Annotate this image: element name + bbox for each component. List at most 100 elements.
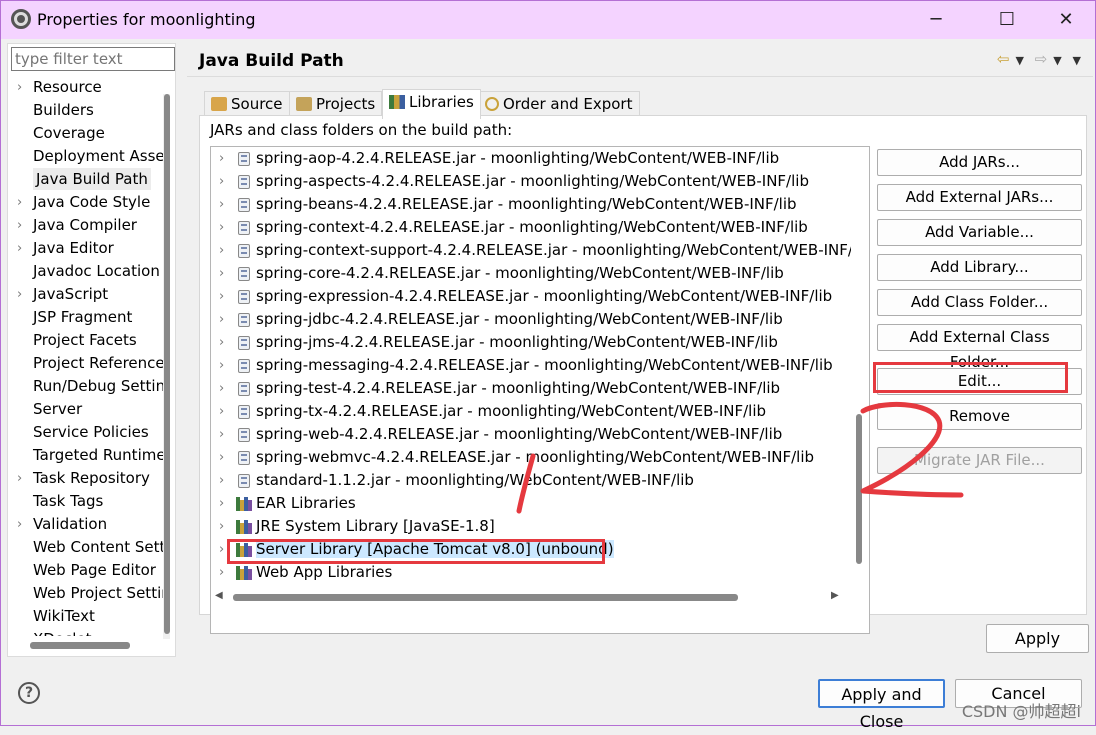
tab-source[interactable]: Source — [204, 91, 290, 117]
filter-input[interactable] — [11, 47, 175, 71]
expand-arrow-icon[interactable]: › — [219, 354, 224, 377]
minimize-button[interactable]: ─ — [913, 5, 959, 35]
sidebar-item[interactable]: › JavaScript — [8, 283, 163, 306]
expand-arrow-icon[interactable]: › — [219, 377, 224, 400]
sidebar-item[interactable]: Task Tags — [8, 490, 163, 513]
back-dropdown-icon[interactable]: ▼ — [1015, 54, 1023, 67]
jar-entry[interactable]: › spring-context-support-4.2.4.RELEASE.ja… — [211, 239, 851, 262]
category-horizontal-scrollbar[interactable] — [30, 642, 130, 649]
side-button-add-external-jars[interactable]: Add External JARs... — [877, 184, 1082, 211]
expand-arrow-icon[interactable]: › — [219, 239, 224, 262]
libraries-horizontal-scrollbar[interactable]: ◀ ▶ — [211, 590, 851, 604]
sidebar-item[interactable]: › Java Editor — [8, 237, 163, 260]
apply-and-close-button[interactable]: Apply and Close — [818, 679, 945, 731]
scroll-thumb[interactable] — [164, 94, 170, 634]
sidebar-item[interactable]: Deployment Assembly — [8, 145, 163, 168]
jar-entry[interactable]: › spring-jdbc-4.2.4.RELEASE.jar - moonlig… — [211, 308, 851, 331]
forward-dropdown-icon[interactable]: ▼ — [1053, 54, 1061, 67]
expand-arrow-icon[interactable]: › — [219, 308, 224, 331]
view-menu-icon[interactable]: ▼ — [1073, 54, 1081, 67]
jar-entry[interactable]: › spring-jms-4.2.4.RELEASE.jar - moonligh… — [211, 331, 851, 354]
side-button-add-variable[interactable]: Add Variable... — [877, 219, 1082, 246]
tab-libraries[interactable]: Libraries — [382, 89, 481, 119]
jar-entry[interactable]: › spring-beans-4.2.4.RELEASE.jar - moonli… — [211, 193, 851, 216]
sidebar-item[interactable]: Web Content Settings — [8, 536, 163, 559]
library-entry[interactable]: › EAR Libraries — [211, 492, 851, 515]
expand-arrow-icon[interactable]: › — [219, 262, 224, 285]
expand-arrow-icon[interactable]: › — [17, 283, 22, 306]
expand-arrow-icon[interactable]: › — [219, 561, 224, 584]
side-button-add-library[interactable]: Add Library... — [877, 254, 1082, 281]
maximize-button[interactable]: ☐ — [984, 5, 1030, 35]
sidebar-item[interactable]: Java Build Path — [8, 168, 163, 191]
sidebar-item[interactable]: Service Policies — [8, 421, 163, 444]
tab-projects[interactable]: Projects — [289, 91, 383, 117]
expand-arrow-icon[interactable]: › — [219, 446, 224, 469]
expand-arrow-icon[interactable]: › — [219, 515, 224, 538]
forward-arrow-icon[interactable]: ⇨ — [1035, 50, 1048, 68]
jar-entry[interactable]: › spring-test-4.2.4.RELEASE.jar - moonlig… — [211, 377, 851, 400]
jar-entry[interactable]: › spring-aop-4.2.4.RELEASE.jar - moonligh… — [211, 147, 851, 170]
side-button-remove[interactable]: Remove — [877, 403, 1082, 430]
sidebar-item[interactable]: Project Facets — [8, 329, 163, 352]
scroll-left-icon[interactable]: ◀ — [215, 590, 223, 601]
expand-arrow-icon[interactable]: › — [219, 147, 224, 170]
expand-arrow-icon[interactable]: › — [219, 170, 224, 193]
sidebar-item[interactable]: Run/Debug Settings — [8, 375, 163, 398]
sidebar-item[interactable]: Web Page Editor — [8, 559, 163, 582]
side-button-add-class-folder[interactable]: Add Class Folder... — [877, 289, 1082, 316]
expand-arrow-icon[interactable]: › — [219, 492, 224, 515]
help-icon[interactable]: ? — [18, 682, 40, 704]
jar-entry[interactable]: › spring-messaging-4.2.4.RELEASE.jar - mo… — [211, 354, 851, 377]
scroll-thumb[interactable] — [233, 594, 738, 601]
sidebar-item[interactable]: Project References — [8, 352, 163, 375]
library-entry[interactable]: › JRE System Library [JavaSE-1.8] — [211, 515, 851, 538]
sidebar-item[interactable]: › Validation — [8, 513, 163, 536]
expand-arrow-icon[interactable]: › — [219, 331, 224, 354]
expand-arrow-icon[interactable]: › — [17, 628, 22, 636]
sidebar-item[interactable]: › Java Compiler — [8, 214, 163, 237]
expand-arrow-icon[interactable]: › — [219, 400, 224, 423]
jar-entry[interactable]: › spring-aspects-4.2.4.RELEASE.jar - moon… — [211, 170, 851, 193]
expand-arrow-icon[interactable]: › — [17, 237, 22, 260]
tab-order-export[interactable]: Order and Export — [478, 91, 640, 117]
jar-entry[interactable]: › spring-context-4.2.4.RELEASE.jar - moon… — [211, 216, 851, 239]
side-button-add-external-class-folder[interactable]: Add External Class Folder... — [877, 324, 1082, 371]
sidebar-item[interactable]: Server — [8, 398, 163, 421]
sidebar-item[interactable]: Targeted Runtimes — [8, 444, 163, 467]
expand-arrow-icon[interactable]: › — [219, 469, 224, 492]
side-button-add-jars[interactable]: Add JARs... — [877, 149, 1082, 176]
expand-arrow-icon[interactable]: › — [17, 191, 22, 214]
sidebar-item[interactable]: › Java Code Style — [8, 191, 163, 214]
side-button-migrate-jar-file[interactable]: Migrate JAR File... — [877, 447, 1082, 474]
expand-arrow-icon[interactable]: › — [17, 513, 22, 536]
expand-arrow-icon[interactable]: › — [219, 423, 224, 446]
scroll-right-icon[interactable]: ▶ — [831, 590, 839, 601]
back-arrow-icon[interactable]: ⇦ — [997, 50, 1010, 68]
expand-arrow-icon[interactable]: › — [219, 538, 224, 561]
libraries-vertical-scrollbar[interactable] — [854, 147, 863, 587]
sidebar-item[interactable]: › XDoclet — [8, 628, 163, 636]
expand-arrow-icon[interactable]: › — [17, 467, 22, 490]
apply-button[interactable]: Apply — [986, 624, 1089, 653]
jar-entry[interactable]: › spring-web-4.2.4.RELEASE.jar - moonligh… — [211, 423, 851, 446]
sidebar-item[interactable]: Web Project Settings — [8, 582, 163, 605]
library-entry[interactable]: › Web App Libraries — [211, 561, 851, 584]
sidebar-item[interactable]: › Resource — [8, 76, 163, 99]
expand-arrow-icon[interactable]: › — [17, 214, 22, 237]
jar-entry[interactable]: › spring-webmvc-4.2.4.RELEASE.jar - moonl… — [211, 446, 851, 469]
jar-entry[interactable]: › spring-expression-4.2.4.RELEASE.jar - m… — [211, 285, 851, 308]
sidebar-item[interactable]: › Task Repository — [8, 467, 163, 490]
jar-entry[interactable]: › standard-1.1.2.jar - moonlighting/WebCo… — [211, 469, 851, 492]
jar-entry[interactable]: › spring-core-4.2.4.RELEASE.jar - moonlig… — [211, 262, 851, 285]
sidebar-item[interactable]: Builders — [8, 99, 163, 122]
scroll-thumb[interactable] — [856, 414, 862, 564]
expand-arrow-icon[interactable]: › — [219, 285, 224, 308]
category-vertical-scrollbar[interactable] — [163, 94, 170, 639]
sidebar-item[interactable]: Javadoc Location — [8, 260, 163, 283]
close-button[interactable]: ✕ — [1043, 5, 1089, 35]
sidebar-item[interactable]: JSP Fragment — [8, 306, 163, 329]
expand-arrow-icon[interactable]: › — [17, 76, 22, 99]
sidebar-item[interactable]: Coverage — [8, 122, 163, 145]
expand-arrow-icon[interactable]: › — [219, 193, 224, 216]
